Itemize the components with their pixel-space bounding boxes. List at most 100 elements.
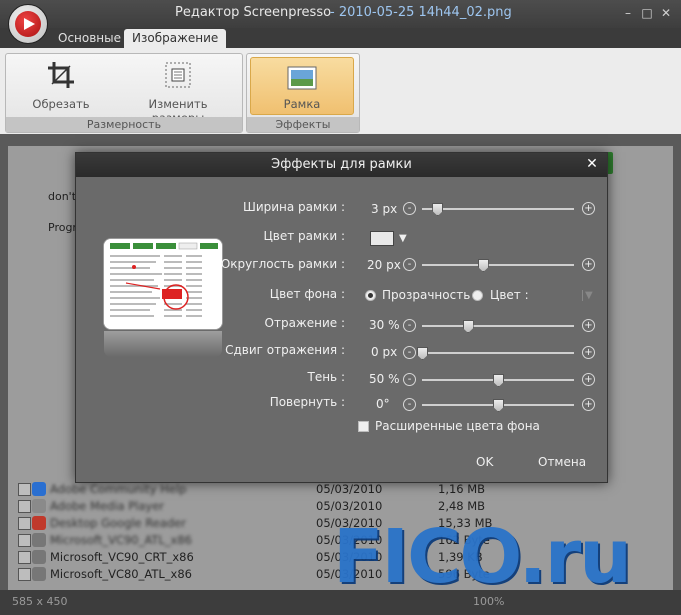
- close-button[interactable]: ✕: [658, 6, 674, 20]
- rotate-minus-button[interactable]: -: [403, 398, 416, 411]
- watermark: FICO.ru: [333, 514, 632, 600]
- ribbon-tabs: Основные Изображение: [0, 28, 681, 48]
- extended-colors-label: Расширенные цвета фона: [375, 419, 540, 433]
- bg-color-dropdown-icon[interactable]: ▼: [582, 290, 593, 301]
- corner-radius-label: Округлость рамки :: [220, 257, 345, 271]
- rotate-label: Повернуть :: [269, 395, 345, 409]
- bg-transparent-label: Прозрачность: [382, 288, 471, 302]
- bg-color-option-label: Цвет :: [490, 288, 529, 302]
- bg-color-radio[interactable]: [472, 290, 483, 301]
- bg-transparent-radio[interactable]: [365, 290, 376, 301]
- frame-effects-dialog: Эффекты для рамки ✕ Ширина рамки: 3 px …: [75, 152, 608, 483]
- reflection-value: 30 %: [369, 318, 400, 332]
- corner-radius-plus-button[interactable]: +: [582, 258, 595, 271]
- reflection-minus-button[interactable]: -: [403, 319, 416, 332]
- bg-row-checkbox: [18, 568, 31, 581]
- title-bar: Редактор Screenpresso - 2010-05-25 14h44…: [0, 0, 681, 28]
- group-dimensions: Обрезать Изменить размеры Размерность: [5, 53, 243, 133]
- crop-button[interactable]: Обрезать: [24, 60, 98, 111]
- reflection-slider-thumb[interactable]: [462, 320, 474, 333]
- shadow-plus-button[interactable]: +: [582, 373, 595, 386]
- editor-window: Редактор Screenpresso - 2010-05-25 14h44…: [0, 0, 681, 615]
- bg-side-text: Progr: [48, 221, 77, 234]
- image-size-text: 585 x 450: [12, 595, 68, 608]
- bg-row-date: 05/03/2010: [316, 482, 383, 496]
- frame-preview-reflection: [104, 331, 222, 357]
- group-dimensions-label: Размерность: [6, 117, 242, 132]
- reflection-shift-plus-button[interactable]: +: [582, 346, 595, 359]
- ok-button[interactable]: OK: [476, 455, 493, 469]
- bg-row-name: Adobe Community Help: [50, 482, 187, 496]
- frame-width-value: 3 px: [371, 202, 398, 216]
- bg-row-name: Adobe Media Player: [50, 499, 165, 513]
- reflection-label: Отражение :: [264, 316, 345, 330]
- tab-image[interactable]: Изображение: [124, 29, 227, 48]
- dialog-title-text: Эффекты для рамки: [271, 157, 412, 172]
- corner-radius-slider-thumb[interactable]: [477, 259, 489, 272]
- reflection-shift-slider[interactable]: [422, 352, 574, 354]
- bg-app-icon: [32, 567, 46, 581]
- cancel-button[interactable]: Отмена: [538, 455, 586, 469]
- bg-row-name: Microsoft_VC90_ATL_x86: [50, 533, 192, 547]
- reflection-plus-button[interactable]: +: [582, 319, 595, 332]
- bg-row-checkbox: [18, 500, 31, 513]
- maximize-button[interactable]: □: [639, 6, 655, 20]
- frame-color-label: Цвет рамки :: [263, 229, 345, 243]
- minimize-button[interactable]: –: [620, 6, 636, 20]
- bg-row-checkbox: [18, 534, 31, 547]
- bg-row-size: 2,48 MB: [438, 499, 486, 513]
- shadow-minus-button[interactable]: -: [403, 373, 416, 386]
- bg-app-icon: [32, 533, 46, 547]
- bg-row-size: 1,16 MB: [438, 482, 486, 496]
- shadow-slider-thumb[interactable]: [493, 374, 504, 387]
- frame-button[interactable]: Рамка: [250, 57, 354, 115]
- extended-colors-checkbox[interactable]: [358, 421, 369, 432]
- reflection-slider[interactable]: [422, 325, 574, 327]
- tab-basic[interactable]: Основные: [50, 29, 129, 48]
- status-bar: 585 x 450 100%: [0, 590, 681, 615]
- app-logo-icon[interactable]: [8, 4, 48, 44]
- corner-radius-slider[interactable]: [422, 264, 574, 266]
- dialog-close-icon[interactable]: ✕: [585, 157, 599, 171]
- frame-label: Рамка: [283, 97, 321, 111]
- frame-width-label: Ширина рамки :: [243, 200, 345, 214]
- background-color-label: Цвет фона :: [269, 287, 345, 301]
- frame-icon: [251, 66, 353, 93]
- bg-row-name: Microsoft_VC80_ATL_x86: [50, 567, 192, 581]
- resize-icon: [124, 60, 232, 93]
- bg-list-row: Adobe Community Help 05/03/2010 1,16 MB: [8, 481, 608, 498]
- reflection-shift-minus-button[interactable]: -: [403, 346, 416, 359]
- bg-row-checkbox: [18, 517, 31, 530]
- frame-width-plus-button[interactable]: +: [582, 202, 595, 215]
- crop-label: Обрезать: [32, 97, 90, 111]
- reflection-shift-value: 0 px: [371, 345, 398, 359]
- corner-radius-minus-button[interactable]: -: [403, 258, 416, 271]
- zoom-level[interactable]: 100%: [473, 595, 504, 608]
- bg-row-checkbox: [18, 483, 31, 496]
- reflection-shift-label: Сдвиг отражения :: [225, 343, 345, 357]
- file-name: - 2010-05-25 14h44_02.png: [330, 5, 512, 20]
- rotate-plus-button[interactable]: +: [582, 398, 595, 411]
- bg-app-icon: [32, 499, 46, 513]
- frame-width-slider-thumb[interactable]: [432, 203, 444, 216]
- frame-width-slider[interactable]: [422, 208, 574, 210]
- resize-button[interactable]: Изменить размеры: [124, 60, 232, 125]
- reflection-shift-slider-thumb[interactable]: [417, 347, 428, 360]
- bg-row-date: 05/03/2010: [316, 499, 383, 513]
- crop-icon: [24, 60, 98, 93]
- bg-row-name: Desktop Google Reader: [50, 516, 186, 530]
- rotate-value: 0°: [376, 397, 390, 411]
- frame-preview: [104, 239, 222, 329]
- group-effects: Рамка Эффекты: [246, 53, 360, 133]
- ribbon: Обрезать Изменить размеры Размерность Ра…: [0, 48, 681, 134]
- frame-width-minus-button[interactable]: -: [403, 202, 416, 215]
- shadow-value: 50 %: [369, 372, 400, 386]
- frame-color-dropdown-icon[interactable]: ▼: [399, 233, 407, 244]
- frame-color-swatch[interactable]: [370, 231, 394, 246]
- bg-app-icon: [32, 516, 46, 530]
- shadow-label: Тень :: [307, 370, 346, 384]
- bg-app-icon: [32, 550, 46, 564]
- app-title: Редактор Screenpresso: [175, 5, 332, 20]
- group-effects-label: Эффекты: [247, 117, 359, 132]
- rotate-slider-thumb[interactable]: [493, 399, 504, 412]
